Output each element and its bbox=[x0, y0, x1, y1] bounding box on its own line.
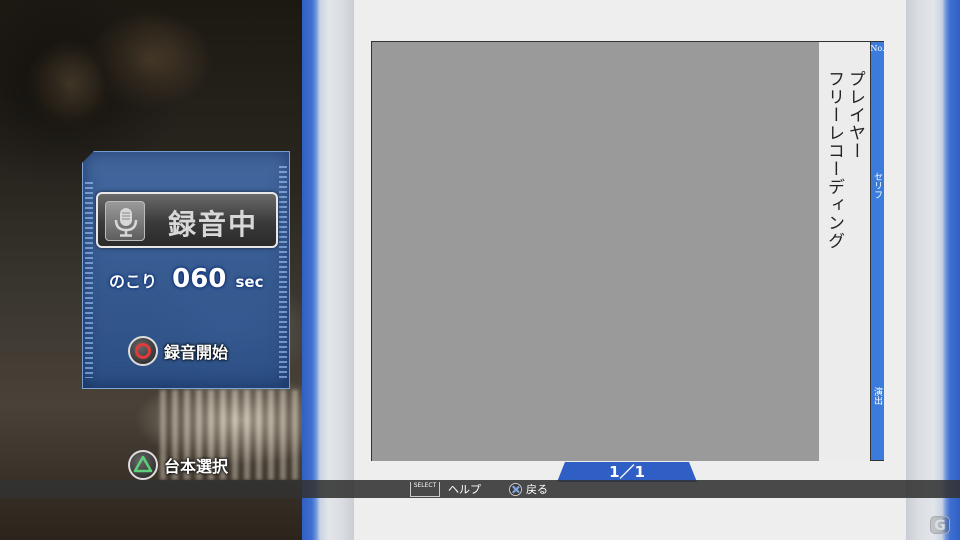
panel-stripes-left bbox=[85, 182, 93, 378]
remaining-time: のこり 060 sec bbox=[109, 264, 263, 294]
site-logo: G bbox=[930, 516, 950, 534]
scene-image-area bbox=[372, 62, 820, 353]
serif-cell: プレイヤー フリーレコーディング bbox=[819, 62, 871, 353]
direction-cell bbox=[819, 352, 871, 461]
script-table: プレイヤー フリーレコーディング No. セリフ 演出 bbox=[371, 41, 885, 461]
column-label-bar: No. セリフ 演出 bbox=[870, 42, 885, 460]
microphone-icon bbox=[105, 201, 145, 241]
panel-stripes-right bbox=[279, 166, 287, 378]
back-label: 戻る bbox=[526, 483, 548, 496]
help-label: ヘルプ bbox=[448, 483, 481, 496]
cross-button-icon bbox=[509, 482, 522, 496]
remaining-unit: sec bbox=[235, 273, 264, 291]
select-key-icon: SELECT bbox=[410, 481, 440, 497]
recording-status-box: 録音中 bbox=[96, 192, 278, 248]
start-recording-button[interactable]: 録音開始 bbox=[128, 336, 228, 366]
number-column-label: No. bbox=[870, 44, 885, 53]
script-edge-left bbox=[302, 0, 354, 540]
serif-column-label: セリフ bbox=[872, 172, 882, 199]
direction-column-label: 演出 bbox=[872, 387, 882, 405]
circle-button-icon bbox=[128, 336, 158, 366]
start-recording-label: 録音開始 bbox=[164, 343, 229, 362]
number-cell bbox=[819, 42, 871, 63]
triangle-button-icon bbox=[128, 450, 158, 480]
back-hint[interactable]: 戻る bbox=[509, 481, 548, 497]
scene-header-cell bbox=[372, 42, 820, 63]
page-indicator: 1／1 bbox=[557, 462, 697, 482]
serif-text: フリーレコーディング bbox=[824, 70, 844, 250]
select-script-button[interactable]: 台本選択 bbox=[128, 450, 228, 480]
help-hint[interactable]: SELECT ヘルプ bbox=[410, 481, 481, 497]
remaining-label: のこり bbox=[109, 272, 158, 291]
direction-image-area bbox=[372, 352, 820, 461]
remaining-value: 060 bbox=[172, 264, 227, 294]
select-script-label: 台本選択 bbox=[164, 457, 229, 476]
script-edge-right bbox=[906, 0, 960, 540]
recording-status-label: 録音中 bbox=[168, 208, 259, 241]
